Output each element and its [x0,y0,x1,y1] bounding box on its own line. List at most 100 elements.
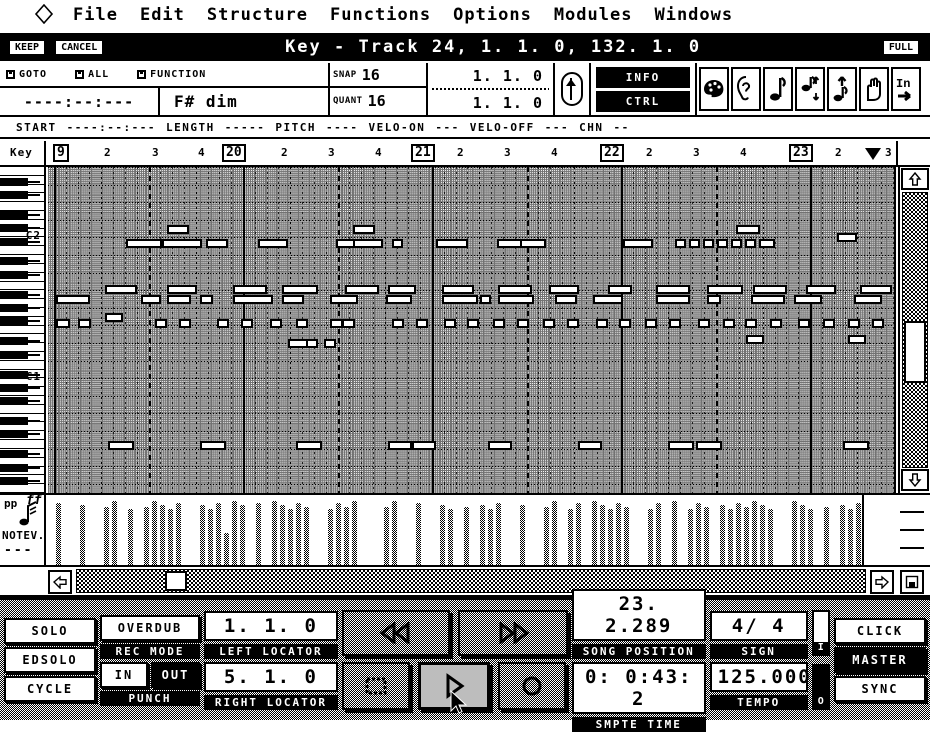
note-event[interactable] [848,335,866,344]
master-button[interactable]: MASTER [833,647,926,673]
note-event[interactable] [233,295,273,304]
piano-key-black[interactable] [0,450,40,459]
velocity-bar[interactable] [448,509,453,567]
click-button[interactable]: CLICK [833,618,926,644]
piano-keyboard[interactable]: C2 C1 [0,167,46,493]
velocity-bar[interactable] [384,507,389,567]
piano-key-white[interactable] [0,404,44,414]
piano-key-black[interactable] [0,270,40,279]
piano-key-white[interactable] [0,440,44,449]
velocity-bar[interactable] [696,503,701,567]
note-transpose-up-icon[interactable] [827,67,857,111]
piano-key-black[interactable] [0,430,40,439]
velocity-bar[interactable] [128,509,133,567]
note-event[interactable] [345,285,379,294]
note-event[interactable] [442,295,478,304]
note-event[interactable] [623,239,653,248]
vertical-scroll-thumb[interactable] [904,321,926,383]
note-event[interactable] [746,335,764,344]
note-event[interactable] [386,295,412,304]
velocity-bar[interactable] [224,533,229,567]
note-event[interactable] [675,239,686,248]
velocity-bar[interactable] [216,503,221,567]
info-button[interactable]: INFO [596,66,690,88]
piano-key-white[interactable] [0,325,44,335]
sign-display[interactable]: 4/ 4 [709,610,808,641]
velocity-bar[interactable] [328,509,333,567]
note-updown-icon[interactable] [795,67,825,111]
menu-item-structure[interactable]: Structure [196,0,319,30]
note-event[interactable] [167,225,189,234]
menu-item-edit[interactable]: Edit [129,0,196,30]
note-event[interactable] [806,285,836,294]
velocity-bar[interactable] [272,501,277,567]
note-event[interactable] [860,285,892,294]
note-event[interactable] [392,319,404,328]
note-event[interactable] [698,319,710,328]
note-event[interactable] [707,285,743,294]
rewind-button[interactable] [341,610,450,656]
note-event[interactable] [498,285,532,294]
piano-key-black[interactable] [0,257,40,266]
menu-item-modules[interactable]: Modules [543,0,644,30]
velocity-bar[interactable] [336,503,341,567]
eighth-note-icon[interactable] [763,67,793,111]
velocity-bar[interactable] [720,505,725,567]
cancel-button[interactable]: CANCEL [54,38,105,56]
note-event[interactable] [689,239,700,248]
note-event[interactable] [416,319,428,328]
velocity-bar[interactable] [480,505,485,567]
note-event[interactable] [167,295,191,304]
note-event[interactable] [745,239,756,248]
velocity-bar[interactable] [800,505,805,567]
velocity-bar[interactable] [656,503,661,567]
velocity-bar[interactable] [760,505,765,567]
piano-key-black[interactable] [0,417,40,426]
note-event[interactable] [217,319,229,328]
menu-item-functions[interactable]: Functions [319,0,442,30]
song-position-display[interactable]: 23. 2.289 [571,588,706,641]
piano-key-black[interactable] [0,337,40,346]
piano-key-black[interactable] [0,190,40,199]
ctrl-button[interactable]: CTRL [596,90,690,112]
note-event[interactable] [282,285,318,294]
stop-button[interactable] [341,662,410,710]
note-event[interactable] [155,319,167,328]
velocity-bar[interactable] [304,507,309,567]
note-grid[interactable] [48,167,896,493]
velocity-bar[interactable] [288,509,293,567]
velocity-bar[interactable] [576,503,581,567]
velocity-bar[interactable] [256,503,261,567]
note-event[interactable] [731,239,742,248]
piano-key-white[interactable] [0,167,44,176]
scroll-down-button[interactable] [901,469,929,491]
horizontal-scrollbar[interactable] [0,565,930,597]
note-event[interactable] [759,239,775,248]
velocity-bar[interactable] [600,505,605,567]
vertical-scroll-track[interactable] [902,192,928,468]
song-position-marker-icon[interactable] [865,148,881,160]
note-event[interactable] [306,339,318,348]
note-event[interactable] [296,441,322,450]
note-event[interactable] [141,295,161,304]
piano-key-white[interactable] [0,246,44,256]
note-event[interactable] [823,319,835,328]
forward-button[interactable] [457,610,568,656]
bar-ruler[interactable]: Key 9 20 21 22 23 2 3 4 2 3 4 2 3 4 2 3 4 2 3 [0,141,930,167]
velocity-bar[interactable] [176,503,181,567]
note-event[interactable] [233,285,267,294]
overdub-button[interactable]: OVERDUB [100,614,200,641]
quant-row[interactable]: QUANT 16 [330,88,426,113]
note-event[interactable] [200,441,226,450]
vertical-scrollbar[interactable] [898,167,930,493]
ruler-bar-number[interactable]: 22 [600,144,624,162]
piano-key-black[interactable] [0,290,40,299]
note-event[interactable] [707,295,721,304]
menu-item-windows[interactable]: Windows [643,0,744,30]
velocity-bar[interactable] [704,507,709,567]
velocity-bar[interactable] [840,505,845,567]
note-event[interactable] [703,239,714,248]
note-event[interactable] [167,285,197,294]
goto-checkbox[interactable]: GOTO [6,69,47,80]
velocity-bar[interactable] [240,505,245,567]
